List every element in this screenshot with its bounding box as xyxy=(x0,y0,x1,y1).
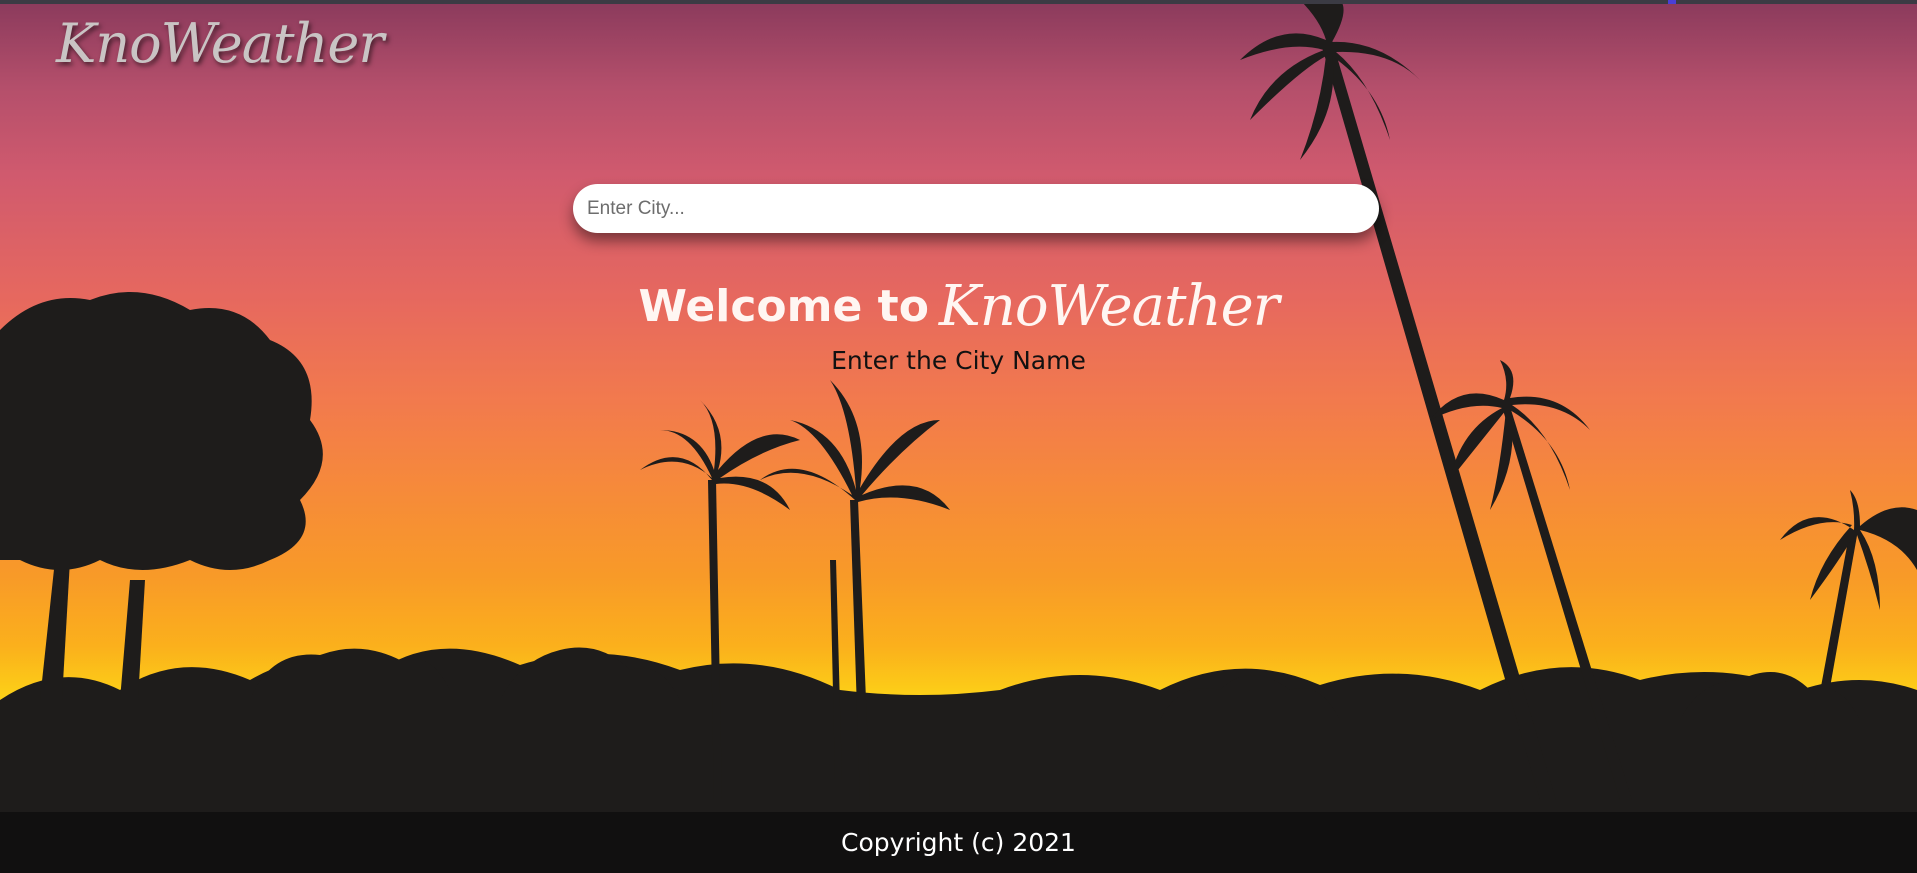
welcome-brand: KnoWeather xyxy=(938,274,1280,339)
palm-silhouette-illustration xyxy=(0,0,1917,873)
brand-logo[interactable]: KnoWeather xyxy=(56,12,384,75)
city-search-input[interactable] xyxy=(573,184,1379,233)
welcome-subtitle: Enter the City Name xyxy=(831,346,1086,375)
loading-indicator xyxy=(1668,0,1676,4)
welcome-heading: Welcome to KnoWeather xyxy=(0,274,1917,339)
search-bar xyxy=(573,184,1379,233)
sunset-background xyxy=(0,0,1917,873)
welcome-prefix: Welcome to xyxy=(638,281,929,332)
page-footer: Copyright (c) 2021 xyxy=(0,812,1917,873)
browser-loading-bar xyxy=(0,0,1917,4)
copyright-text: Copyright (c) 2021 xyxy=(841,828,1076,857)
